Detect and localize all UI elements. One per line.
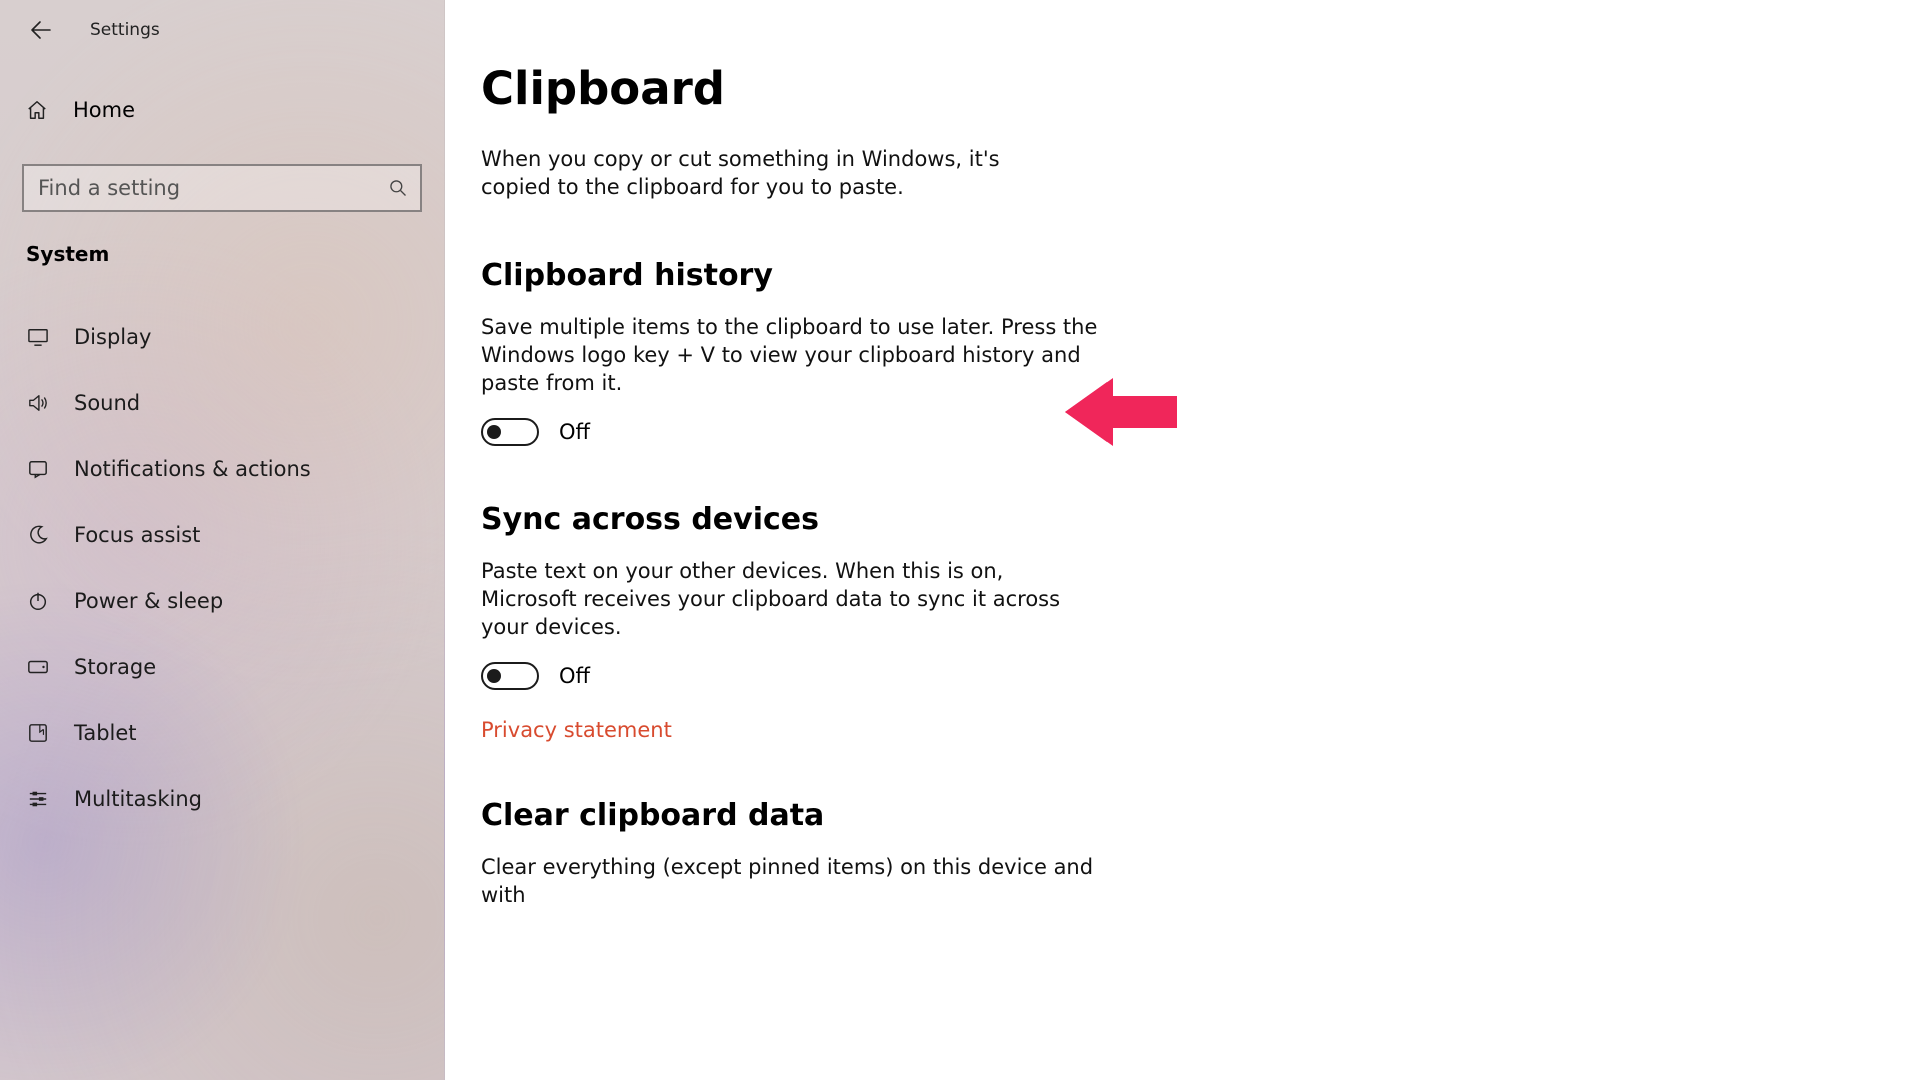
sidebar-item-label: Power & sleep [74,589,223,613]
search-icon [388,178,408,198]
history-toggle-label: Off [559,420,590,444]
monitor-icon [26,327,50,347]
arrow-left-icon [29,18,53,42]
search-wrap [22,164,422,212]
titlebar: Settings [0,0,444,60]
sidebar-item-sound[interactable]: Sound [0,370,444,436]
sidebar-item-tablet[interactable]: Tablet [0,700,444,766]
sidebar-item-focus[interactable]: Focus assist [0,502,444,568]
sidebar-item-label: Focus assist [74,523,200,547]
sidebar-item-power[interactable]: Power & sleep [0,568,444,634]
page-title: Clipboard [481,62,1860,115]
app-title: Settings [90,20,160,40]
sync-toggle[interactable] [481,662,539,690]
tablet-icon [26,723,50,743]
section-clear-desc: Clear everything (except pinned items) o… [481,853,1101,910]
sidebar-nav: Display Sound Notifications & actions Fo… [0,304,444,832]
sync-toggle-row: Off [481,662,1860,690]
section-clear-heading: Clear clipboard data [481,798,1860,833]
power-icon [26,590,50,612]
search-box[interactable] [22,164,422,212]
sidebar: Settings Home System Display [0,0,445,1080]
app-window: Settings Home System Display [0,0,1920,1080]
section-history-heading: Clipboard history [481,258,1860,293]
category-label: System [0,212,444,266]
sidebar-item-label: Sound [74,391,140,415]
sidebar-item-label: Multitasking [74,787,202,811]
back-button[interactable] [26,15,56,45]
sidebar-item-label: Display [74,325,151,349]
sidebar-item-display[interactable]: Display [0,304,444,370]
home-label: Home [73,98,135,122]
notification-icon [26,459,50,479]
drive-icon [26,659,50,675]
section-sync-heading: Sync across devices [481,502,1860,537]
timeline-icon [26,789,50,809]
section-sync-desc: Paste text on your other devices. When t… [481,557,1101,642]
speaker-icon [26,393,50,413]
home-icon [26,99,48,121]
privacy-link[interactable]: Privacy statement [481,718,672,742]
page-intro: When you copy or cut something in Window… [481,145,1071,202]
home-nav[interactable]: Home [0,60,444,130]
sidebar-item-label: Tablet [74,721,137,745]
history-toggle[interactable] [481,418,539,446]
sidebar-item-storage[interactable]: Storage [0,634,444,700]
sync-toggle-label: Off [559,664,590,688]
sidebar-item-notifications[interactable]: Notifications & actions [0,436,444,502]
sidebar-item-multitasking[interactable]: Multitasking [0,766,444,832]
sidebar-item-label: Notifications & actions [74,457,311,481]
main-content: Clipboard When you copy or cut something… [445,0,1920,1080]
sidebar-item-label: Storage [74,655,156,679]
section-history-desc: Save multiple items to the clipboard to … [481,313,1101,398]
search-input[interactable] [38,176,388,200]
history-toggle-row: Off [481,418,1860,446]
moon-icon [26,524,50,546]
